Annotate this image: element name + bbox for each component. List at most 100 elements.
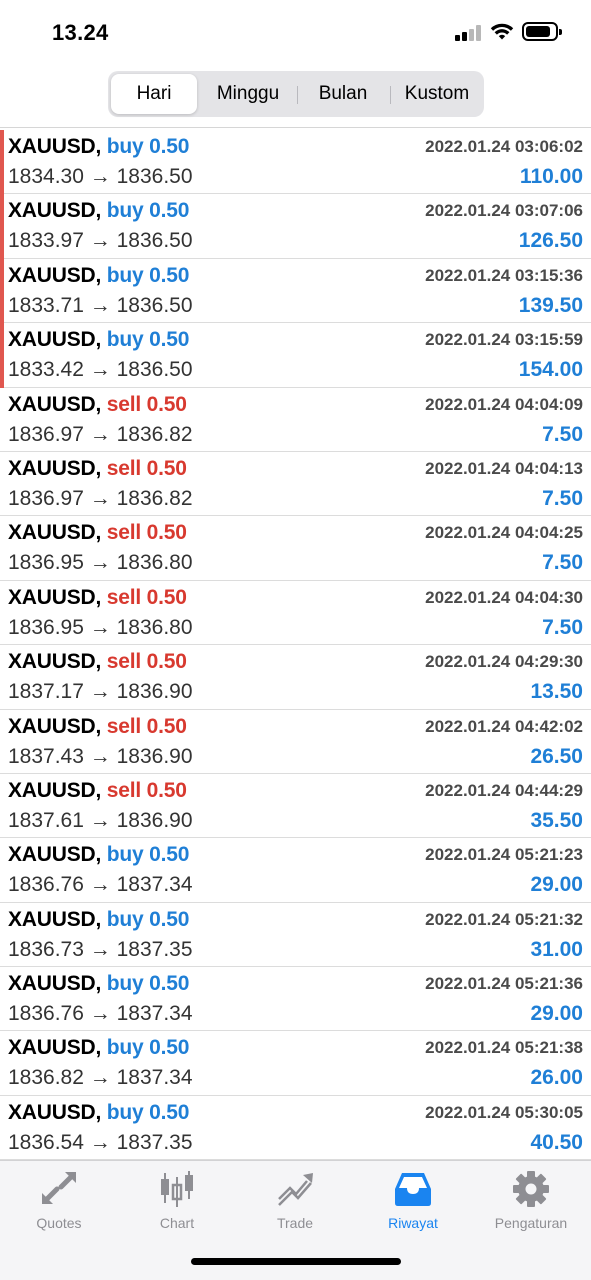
trade-side: buy	[106, 1036, 144, 1060]
inbox-tray-icon	[395, 1173, 431, 1206]
trade-row[interactable]: XAUUSD, buy 0.50 1833.97 → 1836.50 2022.01…	[0, 194, 591, 260]
trade-side: buy	[106, 328, 144, 352]
close-price: 1836.50	[116, 229, 193, 253]
status-time: 13.24	[52, 20, 109, 45]
trade-prices: 1836.95 → 1836.80	[8, 551, 193, 575]
gear-icon	[513, 1171, 549, 1207]
trade-row[interactable]: XAUUSD, buy 0.50 1836.73 → 1837.35 2022.01…	[0, 903, 591, 968]
trade-title: XAUUSD, buy 0.50	[8, 908, 189, 932]
tab-chart[interactable]: Chart	[118, 1169, 236, 1239]
trade-row[interactable]: XAUUSD, sell 0.50 1836.95 → 1836.80 2022.0…	[0, 516, 591, 581]
trade-volume: 0.50	[149, 1100, 190, 1124]
trade-profit: 26.50	[530, 744, 583, 768]
trade-title: XAUUSD, buy 0.50	[8, 199, 189, 223]
price-arrow-icon: →	[89, 937, 111, 961]
trade-row[interactable]: XAUUSD, sell 0.50 1836.97 → 1836.82 2022.0…	[0, 388, 591, 452]
close-price: 1837.35	[116, 1130, 193, 1154]
trade-title: XAUUSD, buy 0.50	[8, 135, 189, 159]
trade-side: sell	[106, 714, 141, 738]
tab-minggu[interactable]: Minggu	[203, 74, 293, 114]
trade-row[interactable]: XAUUSD, sell 0.50 1837.17 → 1836.90 2022.0…	[0, 645, 591, 710]
tab-pengaturan[interactable]: Pengaturan	[472, 1169, 590, 1239]
trade-datetime: 2022.01.24 04:04:30	[425, 587, 583, 607]
trade-row[interactable]: XAUUSD, sell 0.50 1837.61 → 1836.90 2022.0…	[0, 774, 591, 839]
trade-title: XAUUSD, buy 0.50	[8, 1036, 189, 1060]
trade-history-list: XAUUSD, buy 0.50 1834.30 → 1836.50 2022.01…	[0, 130, 591, 1161]
trade-prices: 1837.17 → 1836.90	[8, 680, 193, 704]
trade-profit: 139.50	[518, 293, 583, 317]
trade-profit: 13.50	[530, 680, 583, 704]
trade-row[interactable]: XAUUSD, buy 0.50 1836.76 → 1837.34 2022.01…	[0, 838, 591, 903]
trade-prices: 1836.54 → 1837.35	[8, 1131, 193, 1155]
quotes-arrows-icon	[42, 1172, 76, 1204]
open-price: 1836.82	[8, 1066, 84, 1090]
close-price: 1837.34	[116, 1002, 193, 1026]
open-price: 1833.42	[8, 358, 84, 382]
trade-title: XAUUSD, buy 0.50	[8, 264, 189, 288]
trade-row[interactable]: XAUUSD, buy 0.50 1836.76 → 1837.34 2022.01…	[0, 967, 591, 1032]
trade-datetime: 2022.01.24 03:06:02	[425, 137, 583, 156]
price-arrow-icon: →	[89, 165, 111, 188]
tab-pengaturan-label: Pengaturan	[494, 1215, 568, 1231]
tab-hari[interactable]: Hari	[111, 74, 197, 114]
trade-title: XAUUSD, buy 0.50	[8, 972, 189, 996]
price-arrow-icon: →	[89, 486, 111, 510]
trade-title: XAUUSD, buy 0.50	[8, 843, 189, 867]
close-price: 1836.50	[116, 293, 193, 317]
trade-symbol: XAUUSD,	[8, 972, 102, 996]
trade-trend-icon	[278, 1173, 313, 1206]
trade-row[interactable]: XAUUSD, sell 0.50 1836.97 → 1836.82 2022.0…	[0, 452, 591, 517]
trade-profit: 35.50	[530, 808, 583, 832]
price-arrow-icon: →	[89, 1130, 111, 1154]
trade-title: XAUUSD, buy 0.50	[8, 328, 189, 352]
trade-symbol: XAUUSD,	[8, 456, 102, 480]
trade-title: XAUUSD, sell 0.50	[8, 650, 187, 674]
trade-row[interactable]: XAUUSD, buy 0.50 1834.30 → 1836.50 2022.01…	[0, 130, 591, 195]
trade-datetime: 2022.01.24 05:21:38	[425, 1038, 583, 1058]
trade-row[interactable]: XAUUSD, buy 0.50 1836.54 → 1837.35 2022.01…	[0, 1096, 591, 1161]
trade-row[interactable]: XAUUSD, buy 0.50 1833.42 → 1836.50 2022.01…	[0, 323, 591, 388]
trade-title: XAUUSD, sell 0.50	[8, 521, 187, 545]
open-price: 1833.71	[8, 293, 84, 317]
trade-prices: 1836.76 → 1837.34	[8, 873, 193, 897]
tab-kustom[interactable]: Kustom	[393, 74, 481, 114]
trade-volume: 0.50	[146, 585, 187, 609]
price-arrow-icon: →	[89, 229, 111, 253]
trade-volume: 0.50	[149, 907, 190, 931]
trade-prices: 1836.95 → 1836.80	[8, 616, 193, 640]
close-price: 1837.34	[116, 873, 193, 897]
tab-quotes-label: Quotes	[36, 1215, 82, 1231]
tab-trade[interactable]: Trade	[236, 1169, 354, 1239]
trade-prices: 1836.82 → 1837.34	[8, 1066, 193, 1090]
close-price: 1836.50	[116, 358, 193, 382]
tab-quotes[interactable]: Quotes	[0, 1169, 118, 1239]
trade-symbol: XAUUSD,	[8, 714, 102, 738]
trade-symbol: XAUUSD,	[8, 843, 102, 867]
trade-profit: 31.00	[530, 937, 583, 961]
trade-datetime: 2022.01.24 03:15:36	[425, 265, 583, 285]
trade-symbol: XAUUSD,	[8, 585, 102, 609]
trade-datetime: 2022.01.24 03:07:06	[425, 201, 583, 221]
segment-divider	[297, 86, 298, 104]
trade-profit: 154.00	[518, 358, 583, 382]
trade-row[interactable]: XAUUSD, buy 0.50 1833.71 → 1836.50 2022.01…	[0, 258, 591, 324]
tab-bulan[interactable]: Bulan	[300, 74, 386, 114]
trade-profit: 40.50	[530, 1130, 583, 1154]
tab-riwayat[interactable]: Riwayat	[354, 1169, 472, 1239]
period-segmented-control: Hari Minggu Bulan Kustom	[108, 71, 484, 117]
trade-symbol: XAUUSD,	[8, 521, 102, 545]
open-price: 1836.76	[8, 1002, 84, 1026]
price-arrow-icon: →	[89, 808, 111, 832]
trade-row[interactable]: XAUUSD, buy 0.50 1836.82 → 1837.34 2022.01…	[0, 1031, 591, 1096]
trade-prices: 1833.42 → 1836.50	[8, 358, 193, 382]
price-arrow-icon: →	[89, 293, 111, 317]
trade-datetime: 2022.01.24 05:30:05	[425, 1102, 583, 1122]
price-arrow-icon: →	[89, 873, 111, 897]
trade-row[interactable]: XAUUSD, sell 0.50 1836.95 → 1836.80 2022.0…	[0, 581, 591, 646]
price-arrow-icon: →	[89, 744, 111, 768]
trade-prices: 1836.97 → 1836.82	[8, 487, 193, 511]
trade-side: buy	[106, 135, 144, 158]
trade-prices: 1833.71 → 1836.50	[8, 294, 193, 318]
trade-side: buy	[106, 843, 144, 867]
trade-row[interactable]: XAUUSD, sell 0.50 1837.43 → 1836.90 2022.0…	[0, 710, 591, 774]
